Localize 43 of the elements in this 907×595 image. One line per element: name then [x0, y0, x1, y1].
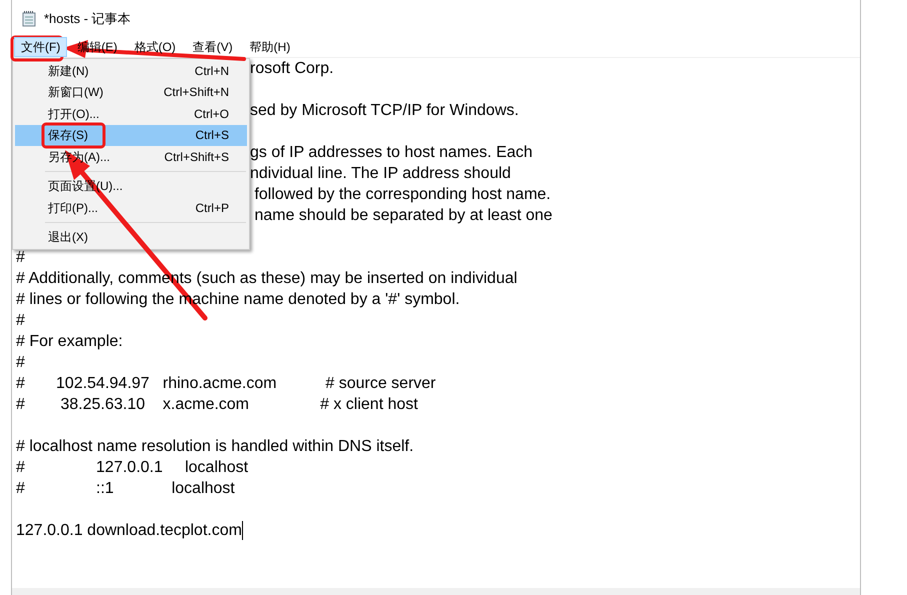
text-line: name should be separated by at least one — [253, 206, 552, 226]
text-cursor — [242, 521, 243, 540]
text-line: # ::1 localhost — [16, 479, 235, 499]
window-title: *hosts - 记事本 — [44, 10, 131, 28]
text-line: gs of IP addresses to host names. Each — [250, 143, 533, 163]
option-label: 保存(S) — [48, 126, 88, 144]
option-label: 打印(P)... — [48, 200, 98, 217]
shortcut-label: Ctrl+Shift+S — [164, 148, 229, 166]
menu-option[interactable]: 打开(O)... Ctrl+O — [15, 103, 247, 124]
notepad-icon — [22, 10, 36, 26]
option-label: 退出(X) — [48, 229, 88, 246]
menu-option[interactable]: 退出(X) — [15, 226, 247, 248]
text-line: ndividual line. The IP address should — [250, 164, 511, 184]
menu-item[interactable]: 帮助(H) — [242, 37, 298, 57]
highlight-box — [10, 36, 64, 62]
menu-item[interactable]: 格式(O) — [127, 37, 183, 57]
menu-option[interactable]: 保存(S) Ctrl+S — [15, 124, 247, 146]
menu-option[interactable]: 新建(N) Ctrl+N — [15, 60, 247, 82]
menu-option[interactable]: 打印(P)... Ctrl+P — [15, 197, 247, 218]
text-line: sed by Microsoft TCP/IP for Windows. — [250, 101, 519, 121]
text-line: # For example: — [16, 332, 123, 352]
menu-item[interactable]: 文件(F) — [14, 37, 68, 57]
option-label: 新建(N) — [48, 62, 89, 80]
text-line: # — [16, 248, 25, 268]
menu-option[interactable]: 新窗口(W) Ctrl+Shift+N — [15, 82, 247, 103]
text-line: 127.0.0.1 download.tecplot.com — [16, 521, 242, 541]
text-line: # localhost name resolution is handled within DNS itself. — [16, 437, 414, 457]
text-line: # — [16, 353, 25, 373]
text-line: # — [16, 311, 25, 331]
menu-item[interactable]: 查看(V) — [186, 37, 240, 57]
option-label: 打开(O)... — [48, 106, 100, 123]
text-line: rosoft Corp. — [250, 59, 334, 79]
shortcut-label: Ctrl+Shift+N — [164, 84, 229, 102]
shortcut-label: Ctrl+S — [195, 127, 229, 144]
text-line: # 38.25.63.10 x.acme.com # x client host — [16, 395, 418, 415]
highlight-box — [42, 122, 106, 148]
shortcut-label: Ctrl+N — [194, 62, 229, 80]
text-line: # 127.0.0.1 localhost — [16, 458, 248, 478]
shortcut-label: Ctrl+O — [194, 106, 229, 123]
shortcut-label: Ctrl+P — [195, 200, 229, 217]
option-label: 新窗口(W) — [48, 84, 104, 102]
text-line: # 102.54.94.97 rhino.acme.com # source server — [16, 374, 436, 394]
text-line: followed by the corresponding host name. — [253, 185, 551, 205]
